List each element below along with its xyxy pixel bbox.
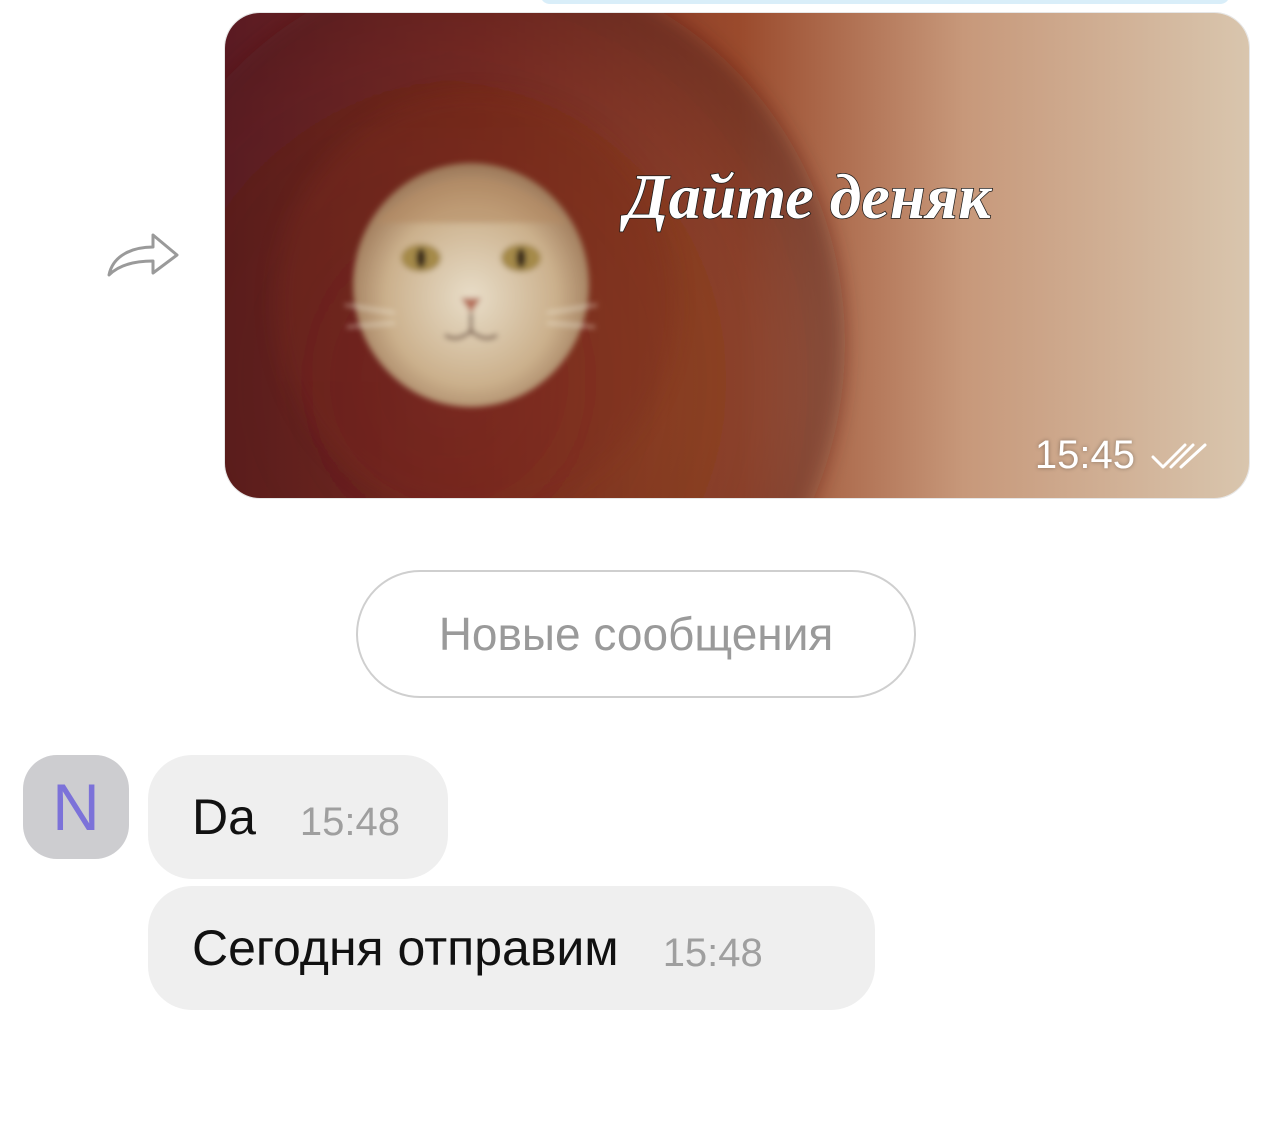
avatar-initial: N <box>52 770 100 844</box>
forward-arrow-icon <box>103 225 183 286</box>
double-check-icon <box>1151 441 1209 471</box>
forward-button[interactable] <box>100 222 186 288</box>
photo-time: 15:45 <box>1034 433 1135 477</box>
new-messages-label: Новые сообщения <box>438 608 834 660</box>
new-messages-divider: Новые сообщения <box>356 570 916 698</box>
photo-meta: 15:45 <box>1035 433 1209 478</box>
message-bubble[interactable]: Сегодня отправим 15:48 <box>148 886 875 1010</box>
meme-photo: Дайте деняк <box>225 13 1249 498</box>
message-text: Da <box>192 789 256 845</box>
photo-message[interactable]: Дайте деняк 15:45 <box>224 12 1250 499</box>
previous-message-bubble-edge <box>540 0 1230 4</box>
message-text: Сегодня отправим <box>192 920 619 976</box>
message-bubble[interactable]: Da 15:48 <box>148 755 448 879</box>
avatar[interactable]: N <box>23 755 129 859</box>
message-time: 15:48 <box>662 930 763 975</box>
photo-caption: Дайте деняк <box>620 161 992 232</box>
message-time: 15:48 <box>299 799 401 844</box>
